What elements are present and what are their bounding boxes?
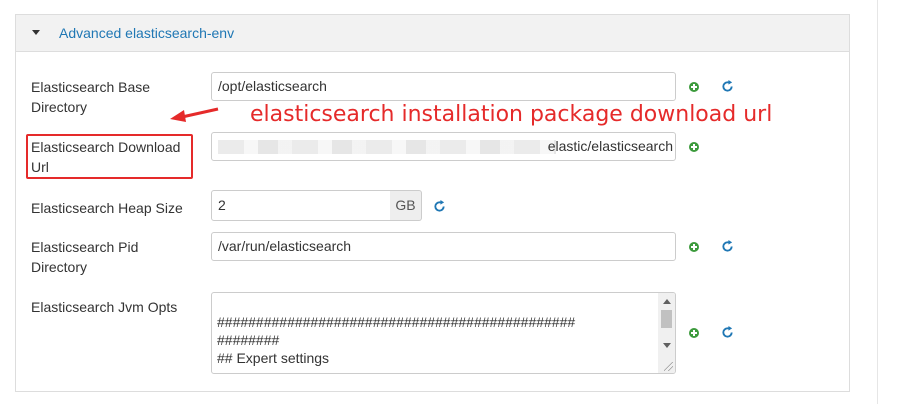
- scroll-thumb[interactable]: [661, 310, 672, 328]
- plus-circle-icon[interactable]: [689, 82, 699, 92]
- plus-circle-icon[interactable]: [689, 328, 699, 338]
- heap-size-unit: GB: [390, 190, 422, 221]
- heap-size-label: Elasticsearch Heap Size: [31, 200, 183, 216]
- refresh-icon[interactable]: [721, 80, 734, 93]
- refresh-icon[interactable]: [721, 326, 734, 339]
- annotation-arrow-icon: [170, 107, 219, 122]
- heap-size-input[interactable]: 2: [211, 190, 391, 221]
- resize-grip-icon[interactable]: [664, 362, 673, 371]
- annotation-text: elasticsearch installation package downl…: [250, 102, 773, 127]
- pid-directory-label: Elasticsearch Pid Directory: [31, 239, 139, 275]
- pid-directory-input[interactable]: /var/run/elasticsearch: [211, 232, 676, 261]
- caret-down-icon[interactable]: [32, 30, 40, 35]
- refresh-icon[interactable]: [433, 200, 446, 213]
- plus-circle-icon[interactable]: [689, 242, 699, 252]
- download-url-value-tail: elastic/elasticsearch: [547, 138, 673, 154]
- scroll-down-icon[interactable]: [663, 343, 671, 348]
- page-right-divider: [877, 0, 878, 404]
- base-directory-label: Elasticsearch Base Directory: [31, 79, 151, 115]
- jvm-opts-text: ########################################…: [217, 313, 657, 367]
- refresh-icon[interactable]: [721, 240, 734, 253]
- annotation-highlight-box: [26, 134, 193, 179]
- redacted-url-part: [218, 140, 556, 154]
- jvm-opts-line: ########################################…: [217, 314, 576, 330]
- jvm-opts-textarea[interactable]: ########################################…: [211, 292, 676, 374]
- base-directory-input[interactable]: /opt/elasticsearch: [211, 72, 676, 101]
- jvm-opts-label: Elasticsearch Jvm Opts: [31, 299, 178, 315]
- jvm-opts-line: ## Expert settings: [217, 350, 330, 366]
- panel-title[interactable]: Advanced elasticsearch-env: [59, 25, 234, 41]
- scroll-up-icon[interactable]: [663, 299, 671, 304]
- plus-circle-icon[interactable]: [689, 142, 699, 152]
- jvm-opts-line: ########: [217, 332, 280, 348]
- panel-heading[interactable]: Advanced elasticsearch-env: [16, 15, 849, 52]
- download-url-input[interactable]: elastic/elasticsearch: [211, 132, 676, 161]
- textarea-scrollbar[interactable]: [658, 293, 675, 373]
